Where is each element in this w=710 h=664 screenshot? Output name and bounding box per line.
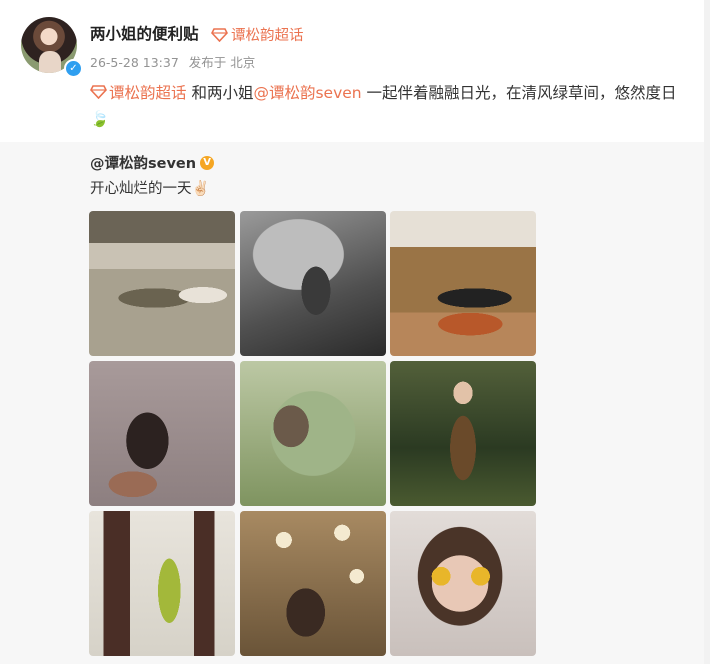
repost-photo-9[interactable] [390, 511, 536, 656]
right-gutter [704, 0, 710, 664]
repost-photo-6[interactable] [390, 361, 536, 506]
topic-link[interactable]: 谭松韵超话 [211, 24, 304, 45]
repost-user[interactable]: @谭松韵seven V [90, 152, 215, 173]
post-topic-label: 谭松韵超话 [109, 84, 187, 102]
repost-photo-3[interactable] [390, 211, 536, 356]
topic-link-label: 谭松韵超话 [231, 28, 304, 44]
verified-badge-icon: ✓ [64, 59, 83, 78]
repost-photo-8[interactable] [240, 511, 386, 656]
avatar-figure [39, 51, 61, 73]
post-mention-link[interactable]: @谭松韵seven [253, 84, 361, 102]
post-card: ✓ 两小姐的便利贴 谭松韵超话 26-5-28 13:37 发布于 北京 谭松韵… [0, 0, 704, 664]
repost-photo-5[interactable] [240, 361, 386, 506]
repost-photo-1[interactable] [89, 211, 235, 356]
post-username[interactable]: 两小姐的便利贴 [90, 22, 199, 44]
post-meta: 26-5-28 13:37 发布于 北京 [90, 52, 261, 71]
v-badge-icon: V [200, 155, 215, 170]
post-text-part1: 和两小姐 [186, 84, 254, 102]
repost-text: 开心灿烂的一天✌🏻 [90, 181, 210, 197]
repost-username[interactable]: @谭松韵seven [90, 152, 196, 173]
post-timestamp[interactable]: 26-5-28 13:37 [90, 55, 179, 70]
diamond-topic-icon [90, 85, 107, 99]
post-source: 发布于 北京 [188, 55, 256, 70]
post-text: 谭松韵超话 和两小姐@谭松韵seven 一起伴着融融日光，在清风绿草间，悠然度日… [90, 80, 690, 132]
repost-photo-4[interactable] [89, 361, 235, 506]
diamond-topic-icon [211, 27, 228, 42]
post-topic-link[interactable]: 谭松韵超话 [90, 84, 187, 102]
repost-photo-2[interactable] [240, 211, 386, 356]
repost-photo-7[interactable] [89, 511, 235, 656]
